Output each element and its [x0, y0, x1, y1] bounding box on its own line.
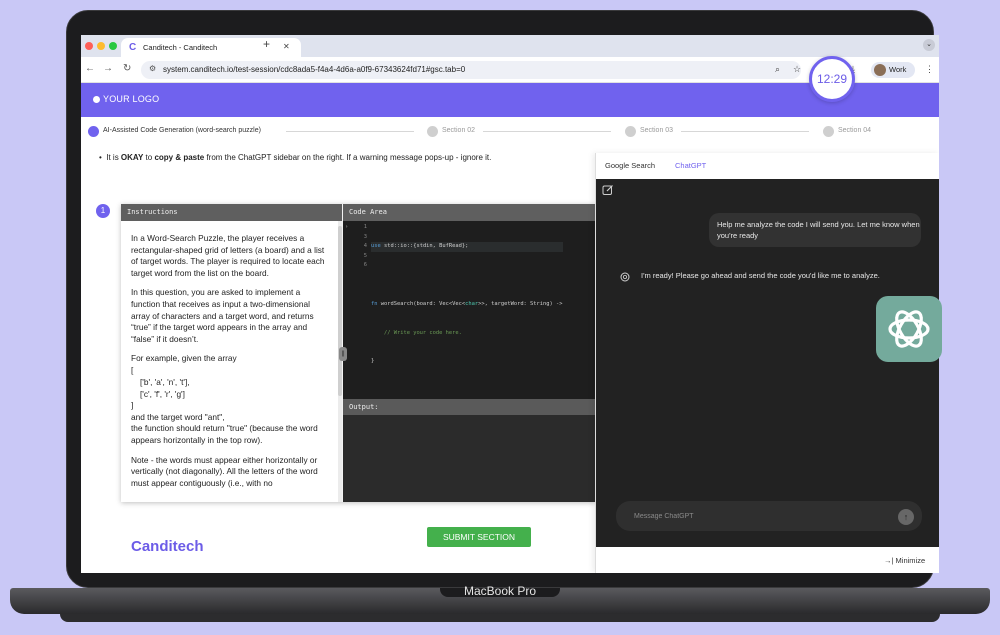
- question-number: 1: [96, 204, 110, 218]
- avatar: [874, 64, 886, 76]
- forward-icon[interactable]: →: [103, 63, 113, 74]
- site-info-icon[interactable]: ⚙: [149, 64, 156, 73]
- instructions-header: Instructions: [121, 204, 342, 221]
- profile-button[interactable]: Work: [871, 62, 915, 78]
- instructions-note: Note - the words must appear either hori…: [131, 454, 318, 488]
- address-bar[interactable]: ⚙ system.canditech.io/test-session/cdc8a…: [141, 61, 801, 79]
- minimize-label: Minimize: [895, 556, 926, 565]
- countdown-timer: 12:29: [809, 56, 855, 102]
- fold-icon[interactable]: ›: [343, 223, 348, 233]
- logo: YOUR LOGO: [93, 94, 159, 104]
- browser-tab-bar: C Canditech - Canditech ✕ + ⌄: [81, 35, 939, 57]
- step-connector: [286, 131, 414, 132]
- instructions-paragraph: In a Word-Search Puzzle, the player rece…: [131, 233, 325, 278]
- canditech-brand: Canditech: [131, 538, 204, 555]
- close-tab-icon[interactable]: ✕: [283, 42, 290, 51]
- logo-text: YOUR LOGO: [103, 94, 160, 104]
- copy-paste-note: • It is OKAY to copy & paste from the Ch…: [99, 153, 492, 162]
- new-chat-icon[interactable]: [602, 184, 614, 196]
- code-line: }: [371, 358, 375, 365]
- code-area-header: Code Area: [343, 204, 596, 221]
- chat-sidebar: Google Search ChatGPT Help me analyze th…: [595, 153, 939, 573]
- chatgpt-logo: [876, 296, 942, 362]
- browser-tab[interactable]: C Canditech - Canditech ✕: [121, 38, 301, 57]
- assistant-message: I'm ready! Please go ahead and send the …: [641, 271, 880, 280]
- step-4-marker[interactable]: [823, 126, 834, 137]
- code-lines: use std::io::{stdin, BufRead}; fn wordSe…: [371, 223, 563, 386]
- profile-label: Work: [889, 65, 907, 74]
- step-connector: [681, 131, 809, 132]
- instructions-paragraph: In this question, you are asked to imple…: [131, 287, 314, 344]
- user-message: Help me analyze the code I will send you…: [709, 213, 921, 247]
- minimize-window-button[interactable]: [97, 42, 105, 50]
- section-stepper: AI-Assisted Code Generation (word-search…: [81, 117, 939, 147]
- step-3-label[interactable]: Section 03: [640, 127, 673, 134]
- tab-title: Canditech - Canditech: [143, 43, 218, 52]
- step-3-marker[interactable]: [625, 126, 636, 137]
- chatgpt-logo-icon: [888, 310, 930, 348]
- chat-footer: →| Minimize: [596, 547, 939, 573]
- chatgpt-avatar-icon: [620, 272, 630, 282]
- reload-icon[interactable]: ↻: [123, 63, 131, 74]
- instructions-scroll-thumb[interactable]: [338, 226, 342, 396]
- chat-tabs: Google Search ChatGPT: [596, 153, 939, 179]
- close-window-button[interactable]: [85, 42, 93, 50]
- star-icon[interactable]: ☆: [793, 64, 801, 75]
- logo-dot-icon: [93, 96, 100, 103]
- example-block: For example, given the array [ ['b', 'a'…: [131, 353, 318, 445]
- step-2-marker[interactable]: [427, 126, 438, 137]
- canditech-favicon-icon: C: [129, 42, 137, 53]
- message-input[interactable]: [616, 501, 922, 531]
- chat-conversation: Help me analyze the code I will send you…: [596, 179, 939, 547]
- tab-search-icon[interactable]: ⌄: [923, 39, 935, 51]
- laptop-base-shadow: [60, 614, 940, 622]
- tab-google-search[interactable]: Google Search: [605, 161, 655, 170]
- collapse-icon: →|: [884, 556, 896, 565]
- submit-section-button[interactable]: SUBMIT SECTION: [427, 527, 531, 547]
- question-card: Instructions In a Word-Search Puzzle, th…: [121, 204, 596, 502]
- line-numbers: › 1 3 4 5 6: [343, 223, 367, 269]
- code-line: use std::io::{stdin, BufRead};: [371, 242, 563, 252]
- url-text: system.canditech.io/test-session/cdc8ada…: [163, 65, 466, 74]
- zoom-icon[interactable]: ⌕: [775, 64, 780, 75]
- step-connector: [483, 131, 611, 132]
- screen: C Canditech - Canditech ✕ + ⌄ ← → ↻ ⚙ sy…: [81, 35, 939, 573]
- output-panel: [343, 415, 596, 502]
- minimize-button[interactable]: →| Minimize: [884, 556, 925, 565]
- tab-chatgpt[interactable]: ChatGPT: [675, 161, 706, 170]
- code-editor[interactable]: › 1 3 4 5 6 use std::io::{stdin, BufRead}…: [343, 221, 596, 399]
- code-line: fn wordSearch(board: Vec<Vec<char>>, tar…: [371, 300, 563, 307]
- step-1-label[interactable]: AI-Assisted Code Generation (word-search…: [103, 127, 261, 134]
- step-2-label[interactable]: Section 02: [442, 127, 475, 134]
- output-header: Output:: [343, 399, 596, 415]
- panel-resize-handle[interactable]: ||: [339, 347, 347, 361]
- new-tab-icon[interactable]: +: [263, 37, 270, 51]
- instructions-panel[interactable]: In a Word-Search Puzzle, the player rece…: [121, 221, 338, 502]
- menu-icon[interactable]: ⋮: [925, 64, 934, 75]
- code-line: // Write your code here.: [383, 329, 462, 336]
- step-1-marker[interactable]: [88, 126, 99, 137]
- send-arrow-icon[interactable]: ↑: [898, 509, 914, 525]
- maximize-window-button[interactable]: [109, 42, 117, 50]
- back-icon[interactable]: ←: [85, 63, 95, 74]
- step-4-label[interactable]: Section 04: [838, 127, 871, 134]
- device-label: MacBook Pro: [463, 584, 537, 598]
